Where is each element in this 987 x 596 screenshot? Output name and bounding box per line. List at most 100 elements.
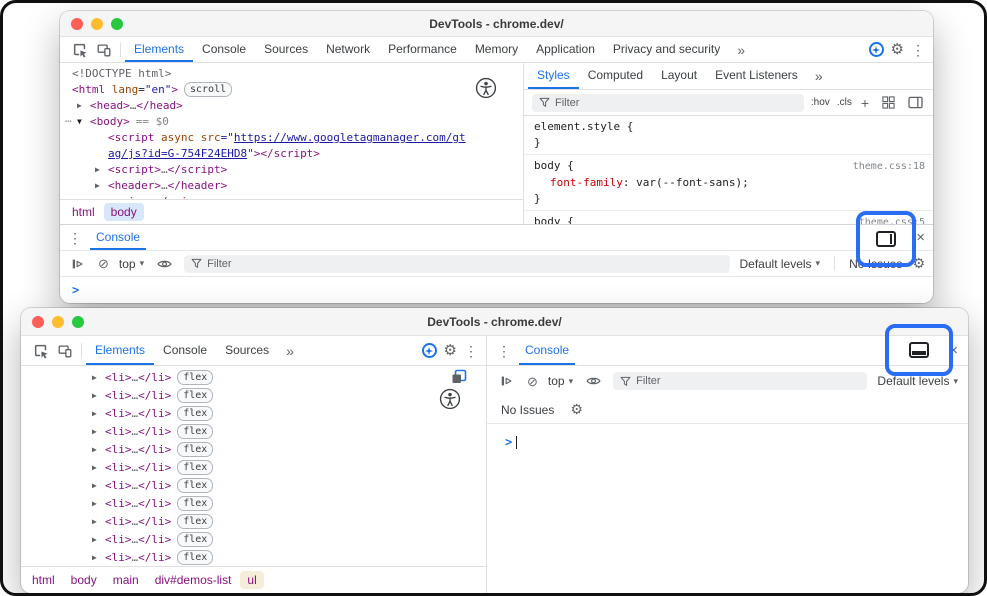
tab-console[interactable]: Console xyxy=(154,336,216,365)
accessibility-icon[interactable] xyxy=(475,77,497,99)
tree-row-li[interactable]: ▶<li>…</li>flex xyxy=(21,477,486,495)
flex-badge[interactable]: flex xyxy=(177,532,213,547)
tab-memory[interactable]: Memory xyxy=(466,37,527,62)
console-sidebar-icon[interactable] xyxy=(68,254,88,274)
expand-arrow-icon[interactable]: ▶ xyxy=(95,178,108,194)
minimize-window-button[interactable] xyxy=(52,316,64,328)
console-filter-input[interactable]: Filter xyxy=(613,372,867,390)
accessibility-icon[interactable] xyxy=(439,388,461,415)
more-tabs-button[interactable]: » xyxy=(729,37,753,62)
rule-selector[interactable]: body { xyxy=(534,158,574,174)
log-levels-selector[interactable]: Default levels▾ xyxy=(740,257,821,271)
dom-script-node[interactable]: ▶<script>…</script> xyxy=(60,162,523,178)
tree-row-li[interactable]: ▶<li>…</li>flex xyxy=(21,495,486,513)
expand-arrow-icon[interactable]: ▶ xyxy=(95,194,108,199)
tab-sources[interactable]: Sources xyxy=(216,336,278,365)
expand-arrow-icon[interactable]: ▶ xyxy=(92,423,105,441)
eye-icon[interactable] xyxy=(583,371,603,391)
dom-body-node[interactable]: …▼<body>== $0 xyxy=(60,114,523,130)
console-prompt-row[interactable]: > xyxy=(60,277,933,303)
dom-head-node[interactable]: ▶<head>…</head> xyxy=(60,98,523,114)
expand-arrow-icon[interactable]: ▶ xyxy=(92,495,105,513)
breadcrumb-html[interactable]: html xyxy=(25,571,62,589)
eye-icon[interactable] xyxy=(154,254,174,274)
tree-row-li[interactable]: ▶<li>…</li>flex xyxy=(21,405,486,423)
rule-selector[interactable]: body { xyxy=(534,214,574,224)
console-sidebar-icon[interactable] xyxy=(497,371,517,391)
ai-spark-icon[interactable] xyxy=(869,42,884,57)
kebab-menu-icon[interactable]: ⋮ xyxy=(464,344,478,358)
issues-counter[interactable]: No Issues xyxy=(501,403,554,417)
dom-main-node[interactable]: ▶<main>…</main> xyxy=(60,194,523,199)
breadcrumb-div-demos-list[interactable]: div#demos-list xyxy=(148,571,239,589)
close-window-button[interactable] xyxy=(71,18,83,30)
rule-selector[interactable]: element.style { xyxy=(534,119,633,135)
close-window-button[interactable] xyxy=(32,316,44,328)
expand-arrow-icon[interactable]: ▶ xyxy=(92,549,105,566)
flex-badge[interactable]: flex xyxy=(177,550,213,565)
inspect-icon[interactable] xyxy=(29,339,53,363)
close-drawer-icon[interactable]: × xyxy=(916,230,925,245)
drawer-tab-console[interactable]: Console xyxy=(90,225,146,250)
tree-row-li[interactable]: ▶<li>…</li>flex xyxy=(21,459,486,477)
device-toolbar-icon[interactable] xyxy=(92,38,116,62)
dom-header-node[interactable]: ▶<header>…</header> xyxy=(60,178,523,194)
more-tabs-button[interactable]: » xyxy=(807,63,831,89)
expand-arrow-icon[interactable]: ▶ xyxy=(95,162,108,178)
node-menu-icon[interactable]: … xyxy=(65,111,73,127)
expand-arrow-icon[interactable]: ▶ xyxy=(92,387,105,405)
panel-layout-icon[interactable] xyxy=(905,93,925,113)
tab-sources[interactable]: Sources xyxy=(255,37,317,62)
tree-row-li[interactable]: ▶<li>…</li>flex xyxy=(21,513,486,531)
dom-html-node[interactable]: <html lang="en">scroll xyxy=(60,82,523,98)
css-declaration[interactable]: font-family: var(--font-sans); xyxy=(534,175,925,191)
console-filter-input[interactable]: Filter xyxy=(184,255,729,273)
zoom-window-button[interactable] xyxy=(111,18,123,30)
element-classes-button[interactable]: .cls xyxy=(837,97,852,108)
breadcrumb-body[interactable]: body xyxy=(104,203,144,221)
titlebar[interactable]: DevTools - chrome.dev/ xyxy=(60,11,933,37)
breadcrumb-ul[interactable]: ul xyxy=(240,571,263,589)
context-selector[interactable]: top▾ xyxy=(119,257,144,271)
drawer-kebab-menu-icon[interactable]: ⋮ xyxy=(497,344,511,358)
tab-computed[interactable]: Computed xyxy=(579,63,652,89)
flex-badge[interactable]: flex xyxy=(177,442,213,457)
expand-arrow-icon[interactable]: ▶ xyxy=(92,477,105,495)
styles-filter-input[interactable]: Filter xyxy=(532,94,804,112)
tree-row-li[interactable]: ▶<li>…</li>flex xyxy=(21,549,486,566)
tree-row-li[interactable]: ▶<li>…</li>flex xyxy=(21,387,486,405)
dom-doctype-node[interactable]: <!DOCTYPE html> xyxy=(60,66,523,82)
tree-row-li[interactable]: ▶<li>…</li>flex xyxy=(21,423,486,441)
drawer-kebab-menu-icon[interactable]: ⋮ xyxy=(68,231,82,245)
tab-styles[interactable]: Styles xyxy=(528,63,579,89)
expand-arrow-icon[interactable]: ▶ xyxy=(92,405,105,423)
flex-badge[interactable]: flex xyxy=(177,460,213,475)
log-levels-selector[interactable]: Default levels▾ xyxy=(877,374,958,388)
tab-console[interactable]: Console xyxy=(193,37,255,62)
console-settings-gear-icon[interactable]: ⚙ xyxy=(570,403,583,417)
collapse-arrow-icon[interactable]: ▼ xyxy=(77,114,90,130)
tab-layout[interactable]: Layout xyxy=(652,63,706,89)
tab-console[interactable]: Console xyxy=(519,336,575,365)
breadcrumb-body[interactable]: body xyxy=(64,571,104,589)
tab-event-listeners[interactable]: Event Listeners xyxy=(706,63,807,89)
tab-elements[interactable]: Elements xyxy=(86,336,154,365)
flex-badge[interactable]: flex xyxy=(177,514,213,529)
dock-bottom-icon[interactable] xyxy=(909,342,929,358)
zoom-window-button[interactable] xyxy=(72,316,84,328)
settings-gear-icon[interactable]: ⚙ xyxy=(891,42,904,57)
clear-console-icon[interactable]: ⊘ xyxy=(98,257,109,270)
flex-badge[interactable]: flex xyxy=(177,370,213,385)
flex-badge[interactable]: flex xyxy=(177,424,213,439)
dom-gtag-script-node[interactable]: <script async src="https://www.googletag… xyxy=(60,130,468,162)
inspect-icon[interactable] xyxy=(68,38,92,62)
tree-row-li[interactable]: ▶<li>…</li>flex xyxy=(21,369,486,387)
context-selector[interactable]: top▾ xyxy=(548,374,573,388)
flex-badge[interactable]: flex xyxy=(177,388,213,403)
expand-arrow-icon[interactable]: ▶ xyxy=(92,513,105,531)
flex-badge[interactable]: flex xyxy=(177,496,213,511)
expand-arrow-icon[interactable]: ▶ xyxy=(92,459,105,477)
expand-arrow-icon[interactable]: ▶ xyxy=(77,98,90,114)
minimize-window-button[interactable] xyxy=(91,18,103,30)
tab-network[interactable]: Network xyxy=(317,37,379,62)
